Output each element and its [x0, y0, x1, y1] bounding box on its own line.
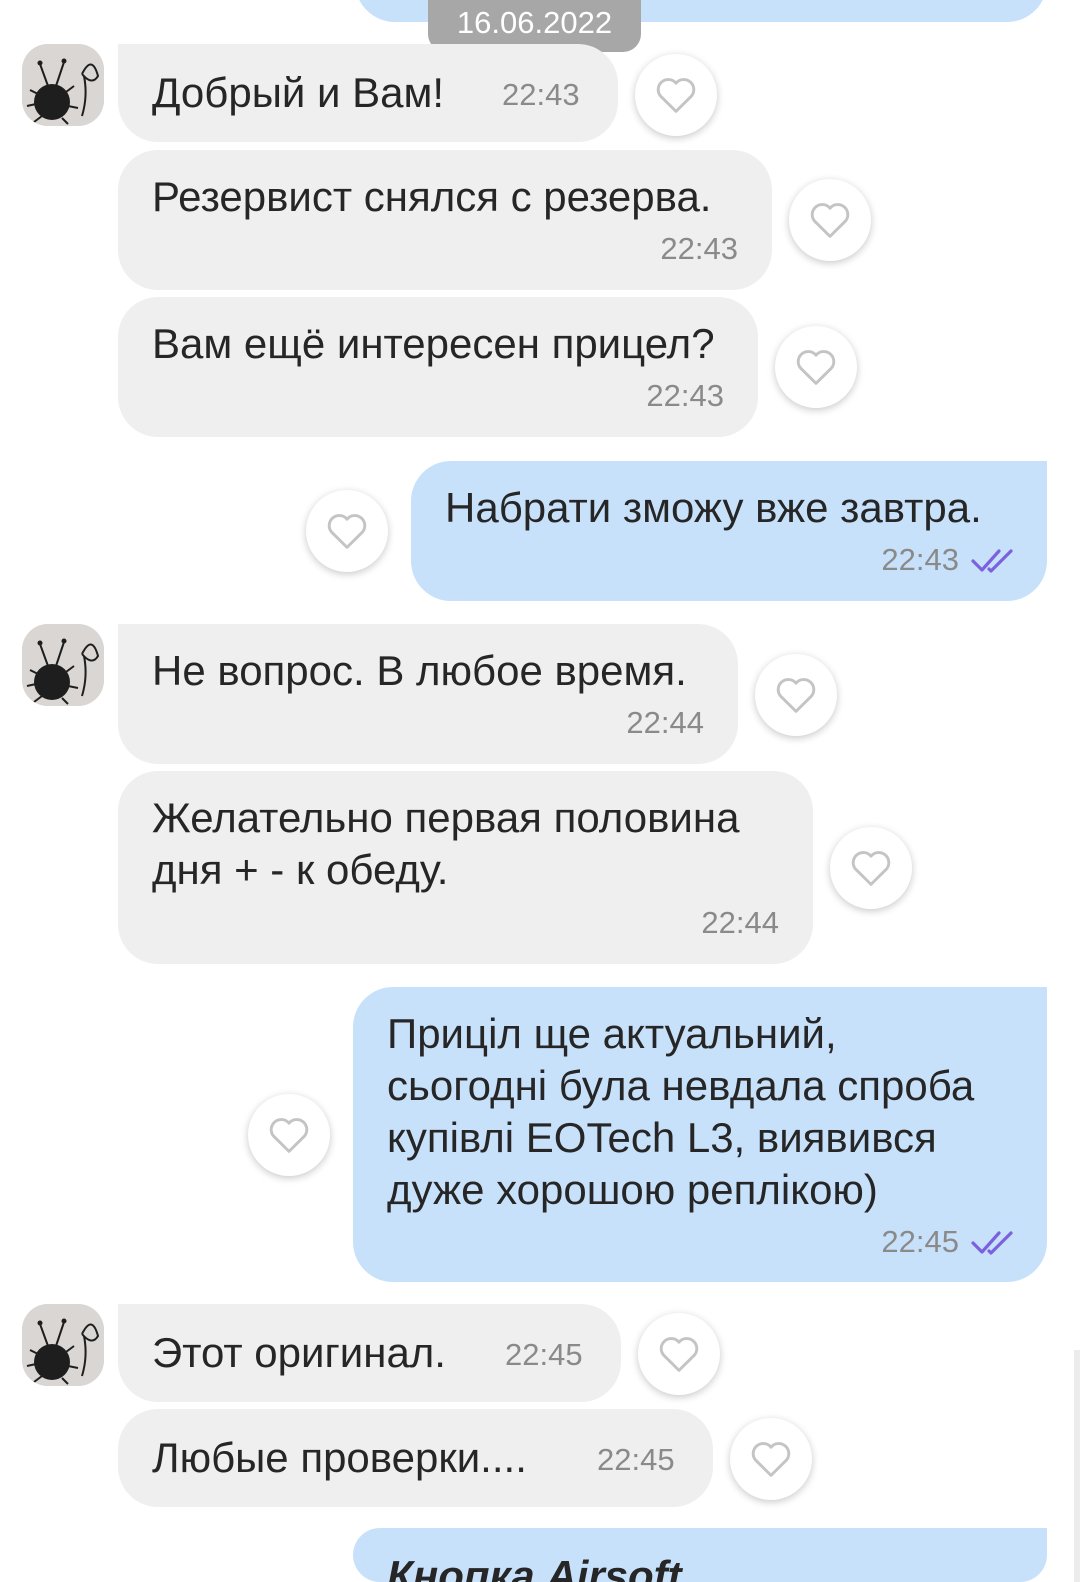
avatar[interactable] — [22, 624, 104, 706]
message-time: 22:44 — [626, 705, 704, 740]
like-button[interactable] — [755, 654, 837, 736]
message-text: Кнопка Airsoft — [387, 1552, 682, 1582]
message-text-line: Приціл ще актуальний, — [387, 1010, 837, 1057]
fuzzy-bug-avatar-icon — [22, 624, 104, 706]
message-text-line: дня + - к обеду. — [152, 846, 449, 893]
message-time: 22:43 — [502, 77, 580, 112]
heart-outline-icon — [810, 203, 850, 238]
like-button[interactable] — [830, 827, 912, 909]
like-button[interactable] — [248, 1094, 330, 1176]
heart-outline-icon — [796, 350, 836, 385]
message-bubble-incoming[interactable]: Добрый и Вам! 22:43 — [118, 44, 618, 142]
message-bubble-outgoing[interactable]: Приціл ще актуальний, сьогодні була невд… — [353, 987, 1047, 1282]
like-button[interactable] — [730, 1418, 812, 1500]
message-text-line: купівлі EOTech L3, виявився — [387, 1114, 937, 1161]
message-time: 22:43 — [660, 231, 738, 266]
heart-outline-icon — [656, 78, 696, 113]
message-time: 22:43 — [646, 378, 724, 413]
like-button[interactable] — [638, 1313, 720, 1395]
heart-outline-icon — [327, 514, 367, 549]
like-button[interactable] — [306, 490, 388, 572]
message-text: Любые проверки.... — [152, 1434, 527, 1481]
message-bubble-incoming[interactable]: Желательно первая половина дня + - к обе… — [118, 771, 813, 964]
like-button[interactable] — [789, 179, 871, 261]
heart-outline-icon — [851, 851, 891, 886]
message-time: 22:45 — [881, 1224, 959, 1259]
heart-outline-icon — [659, 1337, 699, 1372]
heart-outline-icon — [269, 1118, 309, 1153]
message-text-line: сьогодні була невдала спроба — [387, 1062, 975, 1109]
message-time: 22:44 — [701, 905, 779, 940]
message-text: Не вопрос. В любое время. — [152, 647, 687, 694]
message-bubble-incoming[interactable]: Резервист снялся с резерва. 22:43 — [118, 150, 772, 290]
message-text-line: Желательно первая половина — [152, 794, 740, 841]
message-time: 22:45 — [597, 1442, 675, 1477]
heart-outline-icon — [751, 1442, 791, 1477]
message-time: 22:45 — [505, 1337, 583, 1372]
message-time: 22:43 — [881, 542, 959, 577]
heart-outline-icon — [776, 678, 816, 713]
message-bubble-outgoing-partial[interactable]: Кнопка Airsoft — [353, 1528, 1047, 1582]
message-text: Набрати зможу вже завтра. — [445, 484, 982, 531]
message-bubble-outgoing[interactable]: Набрати зможу вже завтра. 22:43 — [411, 461, 1047, 601]
message-text: Вам ещё интересен прицел? — [152, 320, 715, 367]
message-bubble-incoming[interactable]: Вам ещё интересен прицел? 22:43 — [118, 297, 758, 437]
message-text: Добрый и Вам! — [152, 69, 445, 116]
scrollbar-track[interactable] — [1074, 1350, 1080, 1582]
message-bubble-incoming[interactable]: Не вопрос. В любое время. 22:44 — [118, 624, 738, 764]
message-text: Этот оригинал. — [152, 1329, 446, 1376]
message-bubble-incoming[interactable]: Этот оригинал. 22:45 — [118, 1304, 621, 1402]
like-button[interactable] — [635, 54, 717, 136]
avatar[interactable] — [22, 1304, 104, 1386]
double-check-icon — [971, 549, 1013, 573]
message-text-line: дуже хорошою реплікою) — [387, 1166, 878, 1213]
message-bubble-incoming[interactable]: Любые проверки.... 22:45 — [118, 1409, 713, 1507]
fuzzy-bug-avatar-icon — [22, 1304, 104, 1386]
double-check-icon — [971, 1231, 1013, 1255]
avatar[interactable] — [22, 44, 104, 126]
fuzzy-bug-avatar-icon — [22, 44, 104, 126]
like-button[interactable] — [775, 326, 857, 408]
message-text: Резервист снялся с резерва. — [152, 173, 712, 220]
